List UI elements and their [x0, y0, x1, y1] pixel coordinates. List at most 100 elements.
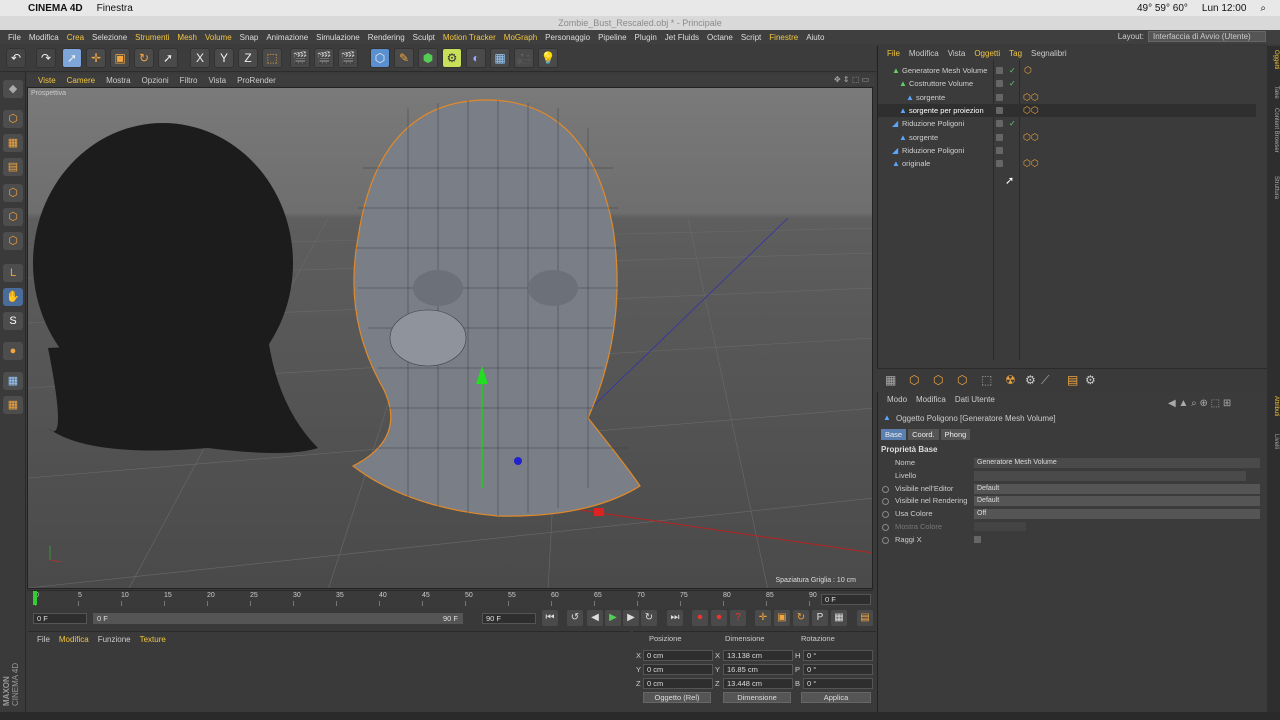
key-rotation-icon[interactable]: ↻: [793, 610, 809, 626]
object-menu-vista[interactable]: Vista: [948, 49, 966, 58]
axis-mode-icon[interactable]: L: [3, 264, 23, 282]
z-axis-icon[interactable]: Z: [238, 48, 258, 68]
snap-icon[interactable]: S: [3, 312, 23, 330]
object-row[interactable]: ◢ Riduzione Poligoni ✓: [878, 117, 1256, 130]
hazard-icon[interactable]: ☢: [1005, 373, 1016, 387]
undo-icon[interactable]: ↶: [6, 48, 26, 68]
object-menu-segnalibri[interactable]: Segnalibri: [1031, 49, 1067, 58]
app-menu[interactable]: CINEMA 4D: [28, 3, 83, 14]
viewport-menu-mostra[interactable]: Mostra: [106, 76, 130, 85]
object-menu-tag[interactable]: Tag: [1009, 49, 1022, 58]
cube-icon[interactable]: ⬡: [909, 373, 919, 387]
coord-rot-field[interactable]: 0 °: [803, 678, 873, 689]
menu-animazione[interactable]: Animazione: [266, 33, 308, 42]
attribute-tab-phong[interactable]: Phong: [940, 429, 971, 440]
menu-personaggio[interactable]: Personaggio: [545, 33, 590, 42]
object-menu-oggetti[interactable]: Oggetti: [974, 49, 1000, 58]
animate-radio[interactable]: [882, 511, 889, 519]
menu-crea[interactable]: Crea: [67, 33, 84, 42]
menu-rendering[interactable]: Rendering: [368, 33, 405, 42]
workplane-icon[interactable]: ▤: [3, 158, 23, 176]
menu-plugin[interactable]: Plugin: [635, 33, 657, 42]
right-tab-oggetti[interactable]: Oggetti: [1268, 50, 1279, 69]
viewport-menu-filtro[interactable]: Filtro: [180, 76, 198, 85]
key-scale-icon[interactable]: ▣: [774, 610, 790, 626]
grid-icon[interactable]: ⬚: [981, 373, 992, 387]
snap-settings-icon[interactable]: ▦: [885, 373, 896, 387]
object-row[interactable]: ▲ Costruttore Volume ✓: [878, 77, 1256, 90]
visibility-dots[interactable]: [996, 131, 1016, 144]
edges-mode-icon[interactable]: ⬡: [3, 208, 23, 226]
camera-icon[interactable]: 🎥: [514, 48, 534, 68]
search-icon[interactable]: ⌕: [1260, 3, 1266, 14]
menu-mesh[interactable]: Mesh: [177, 33, 197, 42]
record-icon[interactable]: ⏺: [692, 610, 708, 626]
enable-check-icon[interactable]: ✓: [1009, 117, 1016, 130]
phong-tag-icon[interactable]: ⬡⬡: [1023, 91, 1039, 104]
perspective-viewport[interactable]: Prospettiva Spaziatura Griglia: 10 cm: [27, 87, 873, 589]
object-row[interactable]: ▲ Generatore Mesh Volume ✓ ⬡: [878, 64, 1256, 77]
viewport-menu-opzioni[interactable]: Opzioni: [142, 76, 169, 85]
animate-radio[interactable]: [882, 524, 889, 531]
brush-icon[interactable]: ⟋: [1041, 373, 1049, 388]
menu-file[interactable]: File: [8, 33, 21, 42]
menu-volume[interactable]: Volume: [205, 33, 232, 42]
menu-selezione[interactable]: Selezione: [92, 33, 127, 42]
right-tab-struttura[interactable]: Struttura: [1268, 176, 1279, 199]
field-value[interactable]: Off: [974, 509, 1260, 520]
solo-icon[interactable]: ●: [3, 342, 23, 360]
texture-mode-icon[interactable]: ▦: [3, 134, 23, 152]
visibility-dots[interactable]: [996, 157, 1016, 170]
rotate-icon[interactable]: ↻: [134, 48, 154, 68]
right-tab-take[interactable]: Take: [1268, 86, 1279, 99]
menu-sculpt[interactable]: Sculpt: [413, 33, 435, 42]
viewport-menu-camere[interactable]: Camere: [67, 76, 95, 85]
deformer-icon[interactable]: ◐: [466, 48, 486, 68]
material-menu-modifica[interactable]: Modifica: [59, 635, 89, 644]
viewport-menu-viste[interactable]: Viste: [38, 76, 56, 85]
points-mode-icon[interactable]: ⬡: [3, 184, 23, 202]
material-menu-file[interactable]: File: [37, 635, 50, 644]
next-frame-icon[interactable]: ▶: [623, 610, 639, 626]
field-value[interactable]: [974, 470, 1246, 481]
scale-icon[interactable]: ▣: [110, 48, 130, 68]
object-menu-file[interactable]: File: [887, 49, 900, 58]
sculpt-grid-icon[interactable]: ▦: [3, 372, 23, 390]
phong-tag-icon[interactable]: ⬡: [1024, 64, 1032, 77]
coord-pos-field[interactable]: 0 cm: [643, 678, 713, 689]
enable-check-icon[interactable]: ✓: [1009, 77, 1016, 90]
play-icon[interactable]: ▶: [605, 610, 621, 626]
phong-tag-icon[interactable]: ⬡⬡: [1023, 131, 1039, 144]
field-value[interactable]: Generatore Mesh Volume: [974, 458, 1260, 468]
render-picture-viewer-icon[interactable]: 🎬: [314, 48, 334, 68]
menu-mograph[interactable]: MoGraph: [504, 33, 537, 42]
material-menu-texture[interactable]: Texture: [140, 635, 166, 644]
cube-object-icon[interactable]: ⬡: [370, 48, 390, 68]
menu-modifica[interactable]: Modifica: [29, 33, 59, 42]
cloner-icon[interactable]: ⚙: [442, 48, 462, 68]
render-settings-icon[interactable]: 🎬: [338, 48, 358, 68]
menu-pipeline[interactable]: Pipeline: [598, 33, 626, 42]
animate-radio[interactable]: [882, 536, 889, 544]
render-view-icon[interactable]: 🎬: [290, 48, 310, 68]
viewport-menu-vista[interactable]: Vista: [208, 76, 226, 85]
cube-edges-icon[interactable]: ⬡: [933, 373, 943, 387]
settings-icon[interactable]: ⚙: [1085, 373, 1096, 387]
right-tab-livelli[interactable]: Livelli: [1268, 434, 1279, 449]
timeline-ruler[interactable]: 0510152025303540455055606570758085900 F: [27, 590, 873, 606]
coord-mode-button[interactable]: Oggetto (Rel): [643, 692, 711, 703]
coordinate-system-icon[interactable]: ⬚: [262, 48, 282, 68]
end-frame-field[interactable]: 0 F: [821, 594, 871, 605]
next-key-icon[interactable]: ↻: [641, 610, 657, 626]
subdivision-icon[interactable]: ⬢: [418, 48, 438, 68]
object-row[interactable]: ◢ Riduzione Poligoni: [878, 144, 1256, 157]
menu-snap[interactable]: Snap: [240, 33, 259, 42]
visibility-dots[interactable]: [996, 91, 1016, 104]
viewport-menu-prorender[interactable]: ProRender: [237, 76, 276, 85]
animate-radio[interactable]: [882, 485, 889, 493]
animate-radio[interactable]: [882, 498, 889, 506]
menu-strumenti[interactable]: Strumenti: [135, 33, 169, 42]
layout-dropdown[interactable]: Interfaccia di Avvio (Utente): [1148, 31, 1266, 42]
key-position-icon[interactable]: ✛: [755, 610, 771, 626]
coord-dim-mode-button[interactable]: Dimensione: [723, 692, 791, 703]
